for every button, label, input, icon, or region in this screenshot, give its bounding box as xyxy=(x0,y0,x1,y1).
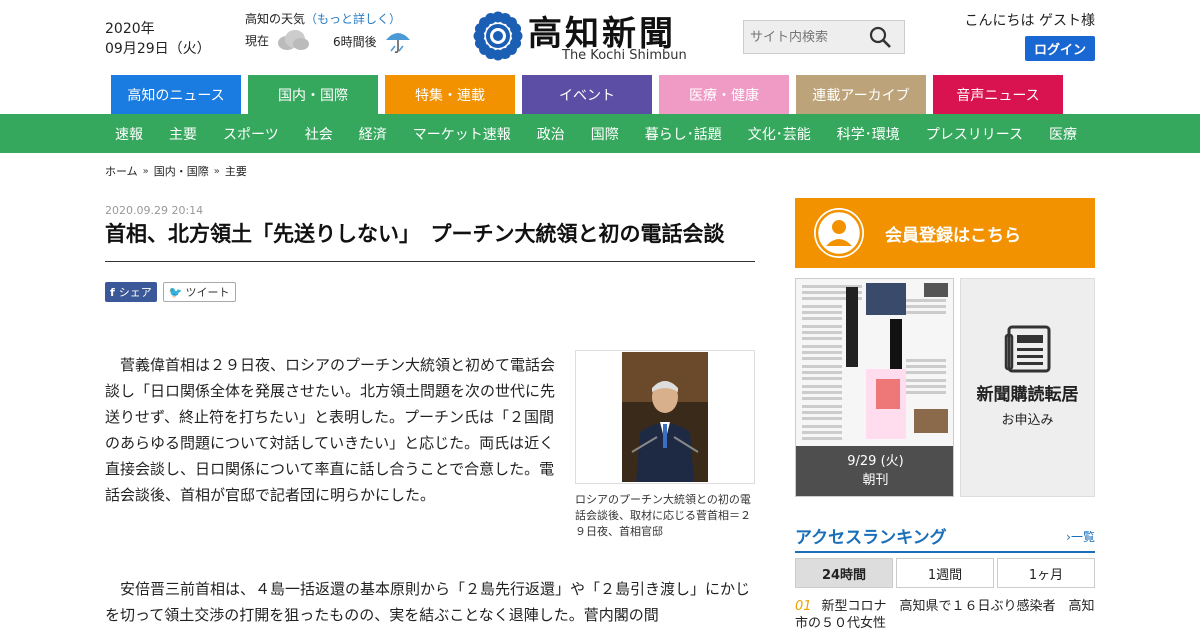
facebook-icon: f xyxy=(110,285,115,299)
category-tab[interactable]: 医療・健康 xyxy=(659,75,789,114)
subnav-item[interactable]: マーケット速報 xyxy=(413,124,511,144)
chevron-right-icon: » xyxy=(213,165,220,177)
logo-english: The Kochi Shimbun xyxy=(562,48,687,63)
article-timestamp: 2020.09.29 20:14 xyxy=(105,204,204,217)
share-buttons: f シェア 🐦 ツイート xyxy=(105,282,755,302)
weather-more-link[interactable]: （もっと詳しく） xyxy=(305,12,401,26)
site-logo[interactable]: 高知新聞 The Kochi Shimbun xyxy=(472,8,732,66)
member-register-banner[interactable]: 会員登録はこちら xyxy=(795,198,1095,268)
ranking-title: アクセスランキング xyxy=(795,528,947,548)
weather-later: 6時間後 xyxy=(333,28,413,54)
category-tab[interactable]: 高知のニュース xyxy=(111,75,241,114)
paper-date: 9/29 (火) xyxy=(847,454,904,469)
subnav-item[interactable]: 医療 xyxy=(1049,124,1077,144)
category-nav: 高知のニュース 国内・国際 特集・連載 イベント 医療・健康 連載アーカイブ 音声ニュース xyxy=(111,75,1063,114)
article-paragraph: 菅義偉首相は２９日夜、ロシアのプーチン大統領と初めて電話会談し「日ロ関係全体を発… xyxy=(105,356,556,504)
subnav-item[interactable]: 国際 xyxy=(591,124,619,144)
member-register-label: 会員登録はこちら xyxy=(885,225,1021,246)
subscribe-box[interactable]: 新聞購読転居 お申込み xyxy=(960,278,1095,497)
date-year: 2020年 xyxy=(105,21,155,37)
ranking-more-link[interactable]: ›一覧 xyxy=(1066,528,1095,545)
article-paragraph: 安倍晋三前首相は、４島一括返還の基本原則から「２島先行返還」や「２島引き渡し」に… xyxy=(105,580,751,624)
site-header: 2020年 09月29日（火） 高知の天気（もっと詳しく） 現在 6時間後 高知… xyxy=(0,0,1200,75)
facebook-share-label: シェア xyxy=(118,286,152,299)
paper-edition: 朝刊 xyxy=(862,473,889,488)
user-icon xyxy=(814,208,864,258)
ranking-text: 新型コロナ 高知県で１６日ぶり感染者 高知市の５０代女性 xyxy=(795,599,1095,631)
tab-24h[interactable]: 24時間 xyxy=(795,558,893,588)
breadcrumb-domestic[interactable]: 国内・国際 xyxy=(154,163,209,179)
facebook-share-button[interactable]: f シェア xyxy=(105,282,157,302)
category-tab[interactable]: 特集・連載 xyxy=(385,75,515,114)
subnav-item[interactable]: 文化･芸能 xyxy=(748,124,811,144)
twitter-icon: 🐦 xyxy=(168,285,183,299)
login-button[interactable]: ログイン xyxy=(1024,36,1095,61)
chevron-right-icon: » xyxy=(142,165,149,177)
twitter-share-label: ツイート xyxy=(185,286,230,299)
tab-1month[interactable]: 1ヶ月 xyxy=(997,558,1095,588)
sidebar: 会員登録はこちら 9/29 (火) 朝刊 新聞購読転居 お申込み アクセスランキ… xyxy=(795,198,1095,631)
site-search xyxy=(743,20,905,54)
category-tab[interactable]: 国内・国際 xyxy=(248,75,378,114)
subnav-item[interactable]: プレスリリース xyxy=(926,124,1023,144)
cloud-icon xyxy=(278,30,310,50)
photo-frame[interactable] xyxy=(575,350,755,484)
subscribe-sub: お申込み xyxy=(1001,413,1054,428)
twitter-share-button[interactable]: 🐦 ツイート xyxy=(162,282,236,302)
subnav-item[interactable]: 経済 xyxy=(359,124,387,144)
weather-now-label: 現在 xyxy=(245,33,270,48)
article-title: 首相、北方領土「先送りしない」 プーチン大統領と初の電話会談 xyxy=(105,219,755,262)
ranking-item[interactable]: 01 新型コロナ 高知県で１６日ぶり感染者 高知市の５０代女性 xyxy=(795,598,1095,632)
ranking-header: アクセスランキング ›一覧 xyxy=(795,523,1095,553)
subnav-item[interactable]: 社会 xyxy=(305,124,333,144)
subnav-item[interactable]: 暮らし･話題 xyxy=(645,124,722,144)
weather-title: 高知の天気 xyxy=(245,12,306,26)
date-day: 09月29日（火） xyxy=(105,41,211,57)
subnav-item[interactable]: 主要 xyxy=(169,124,197,144)
sub-nav: 速報 主要 スポーツ 社会 経済 マーケット速報 政治 国際 暮らし･話題 文化･芸能 科学･環境 プ… xyxy=(0,114,1200,153)
umbrella-icon xyxy=(385,33,410,53)
subnav-item[interactable]: 速報 xyxy=(115,124,143,144)
subnav-item[interactable]: 政治 xyxy=(537,124,565,144)
subscribe-title: 新聞購読転居 xyxy=(976,385,1079,405)
weather-now: 現在 xyxy=(245,28,311,52)
emblem-icon xyxy=(473,11,523,61)
ranking-number: 01 xyxy=(795,599,812,614)
photo-image xyxy=(622,352,708,482)
breadcrumb: ホーム » 国内・国際 » 主要 xyxy=(105,163,247,179)
ranking-tabs: 24時間 1週間 1ヶ月 xyxy=(795,558,1095,588)
category-tab[interactable]: イベント xyxy=(522,75,652,114)
todays-paper[interactable]: 9/29 (火) 朝刊 xyxy=(795,278,954,497)
subnav-item[interactable]: スポーツ xyxy=(223,124,279,144)
current-date: 2020年 09月29日（火） xyxy=(105,19,211,59)
weather-widget: 高知の天気（もっと詳しく） xyxy=(245,10,401,27)
search-input[interactable] xyxy=(744,29,868,45)
category-tab[interactable]: 音声ニュース xyxy=(933,75,1063,114)
subnav-item[interactable]: 科学･環境 xyxy=(837,124,900,144)
article-photo: ロシアのプーチン大統領との初の電話会談後、取材に応じる菅首相＝２９日夜、首相官邸 xyxy=(575,350,755,540)
article: 2020.09.29 20:14 首相、北方領土「先送りしない」 プーチン大統領… xyxy=(105,204,755,624)
search-icon[interactable] xyxy=(868,25,892,49)
category-tab[interactable]: 連載アーカイブ xyxy=(796,75,926,114)
tab-1week[interactable]: 1週間 xyxy=(896,558,994,588)
ranking-more-label: 一覧 xyxy=(1070,530,1095,544)
newspaper-icon xyxy=(1004,325,1050,373)
breadcrumb-home[interactable]: ホーム xyxy=(105,163,138,179)
breadcrumb-main[interactable]: 主要 xyxy=(225,163,247,179)
greeting-text: こんにちは ゲスト様 xyxy=(964,13,1095,29)
weather-later-label: 6時間後 xyxy=(333,34,377,49)
photo-caption: ロシアのプーチン大統領との初の電話会談後、取材に応じる菅首相＝２９日夜、首相官邸 xyxy=(575,493,751,538)
paper-overlay: 9/29 (火) 朝刊 xyxy=(796,446,953,496)
